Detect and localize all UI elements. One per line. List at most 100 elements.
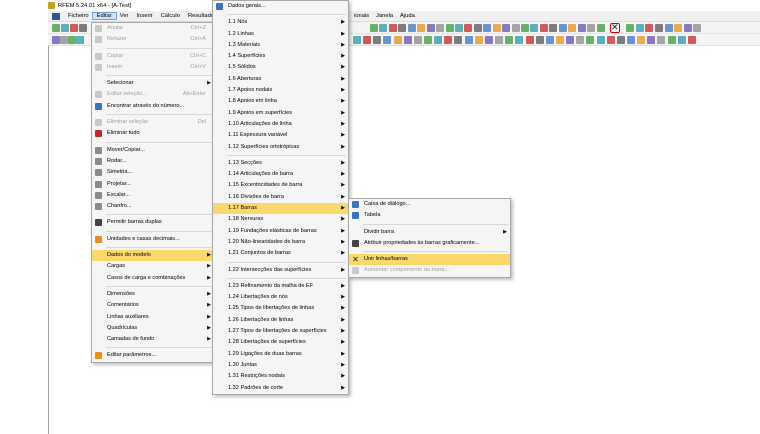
display-tool-icon[interactable]	[616, 36, 625, 44]
menu-item-dados-gerais[interactable]: Dados gerais...	[213, 1, 348, 12]
menu-item-caixa-de-dialogo[interactable]: Caixa de diálogo...	[349, 199, 510, 210]
edit-tool-icon[interactable]	[388, 24, 397, 32]
menu-item-1-18-nervuras[interactable]: 1.18 Nervuras ▶	[213, 214, 348, 225]
edit-tool-icon[interactable]	[577, 24, 586, 32]
menu-item-1-26-libertacoes-de-linhas[interactable]: 1.26 Libertações de linhas ▶	[213, 315, 348, 326]
view-tool-icon[interactable]	[626, 24, 634, 32]
display-tool-icon[interactable]	[525, 36, 534, 44]
edit-tool-icon[interactable]	[379, 24, 388, 32]
menu-item-unir-linhas-barras[interactable]: ✕ Unir linhas/barras	[349, 254, 510, 266]
display-tool-icon[interactable]	[484, 36, 493, 44]
display-tool-icon[interactable]	[464, 36, 473, 44]
display-tool-icon[interactable]	[363, 36, 372, 44]
display-tool-icon[interactable]	[403, 36, 412, 44]
select-tool-icon[interactable]	[68, 36, 76, 44]
menu-item-projetar[interactable]: Projetar...	[92, 179, 214, 190]
menu-item-1-2-linhas[interactable]: 1.2 Linhas ▶	[213, 29, 348, 40]
edit-tool-icon[interactable]	[370, 24, 378, 32]
main-tool-icon[interactable]	[79, 24, 87, 32]
view-tool-icon[interactable]	[654, 24, 663, 32]
display-tool-icon[interactable]	[637, 36, 646, 44]
display-tool-icon[interactable]	[586, 36, 595, 44]
display-tool-icon[interactable]	[687, 36, 696, 44]
display-tool-icon[interactable]	[535, 36, 544, 44]
edit-tool-icon[interactable]	[530, 24, 539, 32]
edit-tool-icon[interactable]	[492, 24, 501, 32]
edit-tool-icon[interactable]	[568, 24, 577, 32]
menu-item-1-29-ligacoes-de-duas-barras[interactable]: 1.29 Ligações de duas barras ▶	[213, 349, 348, 360]
view-tool-icon[interactable]	[645, 24, 654, 32]
menu-item-1-32-padroes-de-corte[interactable]: 1.32 Padrões de corte ▶	[213, 383, 348, 394]
menu-item-tabela[interactable]: Tabela	[349, 210, 510, 221]
menu-item-1-20-nao-linearidades-de-barra[interactable]: 1.20 Não-linearidades de barra ▶	[213, 237, 348, 248]
menu-item-comentarios[interactable]: Comentários ▶	[92, 300, 214, 311]
menu-item-1-28-libertacoes-de-superficies[interactable]: 1.28 Libertações de superfícies ▶	[213, 337, 348, 348]
edit-tool-icon[interactable]	[445, 24, 454, 32]
display-tool-icon[interactable]	[596, 36, 605, 44]
menu-item-1-22-interseccoes-das-superficies[interactable]: 1.22 Intersecções das superfícies ▶	[213, 265, 348, 276]
edit-tool-icon[interactable]	[454, 24, 463, 32]
view-tool-icon[interactable]	[693, 24, 702, 32]
menu-item-1-3-materiais[interactable]: 1.3 Materiais ▶	[213, 40, 348, 51]
menu-item-escalar[interactable]: Escalar...	[92, 190, 214, 201]
display-tool-icon[interactable]	[626, 36, 635, 44]
menu-item-1-31-restricoes-nodais[interactable]: 1.31 Restrições nodais ▶	[213, 371, 348, 382]
menu-item-cargas[interactable]: Cargas ▶	[92, 261, 214, 272]
menu-item-linhas-auxiliares[interactable]: Linhas auxiliares ▶	[92, 312, 214, 323]
display-tool-icon[interactable]	[495, 36, 504, 44]
menu-item-1-30-juntas[interactable]: 1.30 Juntas ▶	[213, 360, 348, 371]
menu-item-1-4-superficies[interactable]: 1.4 Superfícies ▶	[213, 51, 348, 62]
select-tool-icon[interactable]	[52, 36, 60, 44]
menu-item-1-15-excentricidades-de-barra[interactable]: 1.15 Excentricidades de barra ▶	[213, 180, 348, 191]
menu-item-atribuir-propriedades-as-barras-graficamente[interactable]: Atribuir propriedades às barras graficam…	[349, 238, 510, 249]
menu-ionais[interactable]: ionais	[350, 13, 373, 19]
menu-calculo[interactable]: Cálculo	[157, 13, 184, 19]
menu-item-selecionar[interactable]: Selecionar ▶	[92, 78, 214, 89]
display-tool-icon[interactable]	[576, 36, 585, 44]
menu-item-encontrar-atraves-do-numero[interactable]: Encontrar através do número...	[92, 101, 214, 112]
edit-tool-icon[interactable]	[417, 24, 426, 32]
display-tool-icon[interactable]	[444, 36, 453, 44]
menu-item-unidades-e-casas-decimais[interactable]: Unidades e casas decimais...	[92, 234, 214, 245]
display-tool-icon[interactable]	[505, 36, 514, 44]
select-tool-icon[interactable]	[76, 36, 84, 44]
menu-item-1-1-nos[interactable]: 1.1 Nós ▶	[213, 17, 348, 28]
display-tool-icon[interactable]	[434, 36, 443, 44]
main-tool-icon[interactable]	[52, 24, 60, 32]
view-tool-icon[interactable]	[674, 24, 683, 32]
edit-tool-icon[interactable]	[549, 24, 558, 32]
display-tool-icon[interactable]	[454, 36, 463, 44]
menu-item-1-12-superficies-ortotropicas[interactable]: 1.12 Superfícies ortotrópicas ▶	[213, 142, 348, 153]
edit-tool-icon[interactable]	[539, 24, 548, 32]
menu-item-1-21-conjuntos-de-barras[interactable]: 1.21 Conjuntos de barras ▶	[213, 248, 348, 259]
edit-tool-icon[interactable]	[473, 24, 482, 32]
menu-item-1-25-tipos-de-libertacoes-de-linhas[interactable]: 1.25 Tipos de libertações de linhas ▶	[213, 303, 348, 314]
menu-item-1-13-seccoes[interactable]: 1.13 Secções ▶	[213, 158, 348, 169]
display-tool-icon[interactable]	[555, 36, 564, 44]
menu-item-1-6-aberturas[interactable]: 1.6 Aberturas ▶	[213, 74, 348, 85]
edit-tool-icon[interactable]	[426, 24, 435, 32]
menu-item-chanfro[interactable]: Chanfro...	[92, 201, 214, 212]
menu-item-1-16-divisoes-de-barra[interactable]: 1.16 Divisões de barra ▶	[213, 192, 348, 203]
edit-tool-icon[interactable]	[407, 24, 416, 32]
main-tool-icon[interactable]	[61, 24, 69, 32]
join-members-tool-icon[interactable]: ✕	[610, 22, 620, 33]
display-tool-icon[interactable]	[606, 36, 615, 44]
edit-tool-icon[interactable]	[587, 24, 596, 32]
menu-item-1-5-solidos[interactable]: 1.5 Sólidos ▶	[213, 62, 348, 73]
display-tool-icon[interactable]	[545, 36, 554, 44]
edit-tool-icon[interactable]	[436, 24, 445, 32]
menu-item-1-11-espessura-variavel[interactable]: 1.11 Espessura variável ▶	[213, 130, 348, 141]
edit-tool-icon[interactable]	[398, 24, 407, 32]
view-tool-icon[interactable]	[664, 24, 673, 32]
menu-editar[interactable]: Editar	[91, 12, 117, 20]
menu-item-1-8-apoios-em-linha[interactable]: 1.8 Apoios em linha ▶	[213, 96, 348, 107]
main-tool-icon[interactable]	[70, 24, 78, 32]
menu-item-1-14-articulacoes-de-barra[interactable]: 1.14 Articulações de barra ▶	[213, 169, 348, 180]
view-tool-icon[interactable]	[635, 24, 644, 32]
menu-ajuda[interactable]: Ajuda	[396, 13, 419, 19]
display-tool-icon[interactable]	[383, 36, 392, 44]
menu-item-casos-de-carga-e-combinacoes[interactable]: Casos de carga e combinações ▶	[92, 273, 214, 284]
menu-item-editar-parametros[interactable]: Editar parâmetros...	[92, 350, 214, 361]
menu-item-quadriculas[interactable]: Quadrículas ▶	[92, 323, 214, 334]
